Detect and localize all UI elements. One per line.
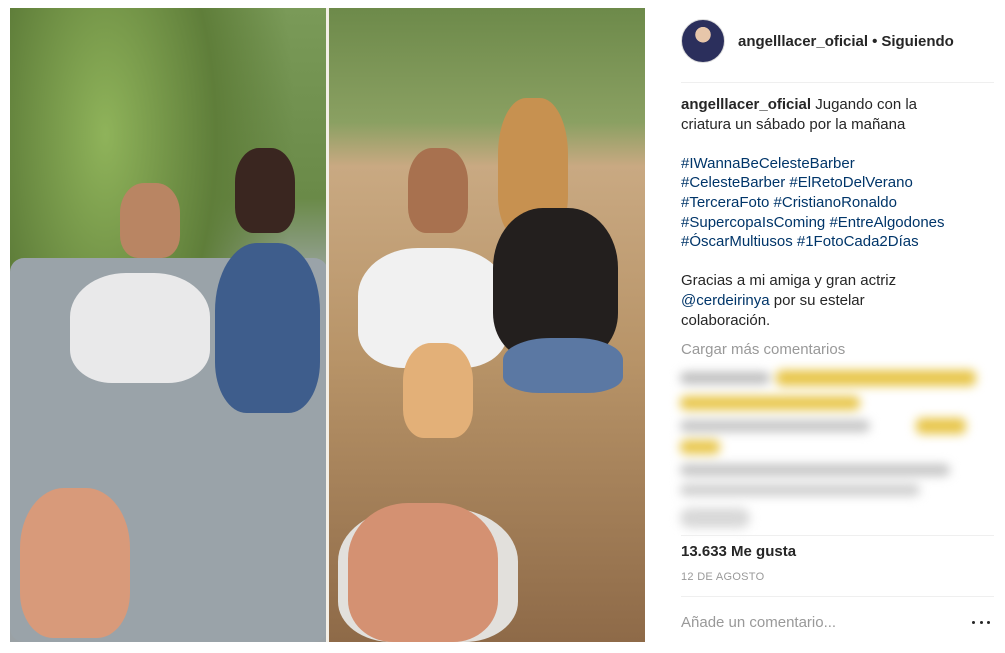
hashtag-link[interactable]: #ElRetoDelVerano xyxy=(789,174,912,191)
hashtag-link[interactable]: #ÓscarMultiusos xyxy=(681,233,793,250)
blurred-comments xyxy=(676,362,986,538)
blurred-emoji-line xyxy=(916,418,966,434)
blurred-line xyxy=(680,484,920,496)
header-divider xyxy=(681,82,994,83)
hashtag-link[interactable]: #CelesteBarber xyxy=(681,174,785,191)
photo-divider xyxy=(326,8,329,642)
caption-username[interactable]: angelllacer_oficial xyxy=(681,96,811,113)
caption-text-line2: criatura un sábado por la mañana xyxy=(681,115,906,133)
caption-thanks-line2: @cerdeirinya por su estelar xyxy=(681,291,981,311)
dot xyxy=(987,620,990,624)
blurred-line xyxy=(680,372,770,384)
blurred-icons xyxy=(680,508,750,528)
caption-thanks-line3: colaboración. xyxy=(681,311,771,329)
figure-head xyxy=(120,183,180,258)
hashtag-link[interactable]: #CristianoRonaldo xyxy=(774,194,897,211)
hashtag-link[interactable]: #EntreAlgodones xyxy=(829,214,944,231)
caption-thanks-rest: por su estelar xyxy=(769,291,865,309)
figure-top xyxy=(493,208,618,358)
hashtag-link[interactable]: #SupercopaIsComing xyxy=(681,214,825,231)
photo-right-panel xyxy=(328,8,645,642)
username-link[interactable]: angelllacer_oficial xyxy=(738,33,868,50)
hashtag-line: #TerceraFoto #CristianoRonaldo xyxy=(681,193,981,213)
hashtag-link[interactable]: #TerceraFoto xyxy=(681,194,769,211)
post-header: angelllacer_oficial • Siguiendo xyxy=(681,18,994,64)
hashtag-link[interactable]: #1FotoCada2Días xyxy=(797,233,919,250)
hashtag-line: #IWannaBeCelesteBarber xyxy=(681,154,981,174)
figure-feet xyxy=(20,488,130,638)
mention-link[interactable]: @cerdeirinya xyxy=(681,292,770,309)
header-separator: • xyxy=(872,32,878,50)
avatar[interactable] xyxy=(681,19,725,63)
dog xyxy=(403,343,473,438)
follow-status-button[interactable]: Siguiendo xyxy=(881,33,954,50)
blurred-emoji-line xyxy=(680,396,860,410)
photo-left-panel xyxy=(10,8,328,642)
post-caption: angelllacer_oficial Jugando con la criat… xyxy=(681,95,981,330)
post-date: 12 DE AGOSTO xyxy=(681,571,765,583)
blurred-line xyxy=(680,464,950,476)
more-options-icon[interactable] xyxy=(972,615,990,629)
caption-thanks-line1: Gracias a mi amiga y gran actriz xyxy=(681,272,897,290)
comment-divider xyxy=(681,596,994,597)
hashtag-link[interactable]: #IWannaBeCelesteBarber xyxy=(681,155,855,172)
figure-shirt xyxy=(70,273,210,383)
caption-text-line1: Jugando con la xyxy=(815,96,917,113)
load-more-comments-link[interactable]: Cargar más comentarios xyxy=(681,341,845,358)
hashtag-line: #SupercopaIsComing #EntreAlgodones xyxy=(681,213,981,233)
likes-count[interactable]: 13.633 Me gusta xyxy=(681,543,796,560)
comment-input[interactable] xyxy=(681,613,941,631)
post-photo[interactable] xyxy=(10,8,645,642)
comment-box xyxy=(681,604,994,640)
hashtag-line: #ÓscarMultiusos #1FotoCada2Días xyxy=(681,232,981,252)
blurred-emoji-line xyxy=(776,370,976,386)
figure-dungarees xyxy=(215,243,320,413)
actions-divider xyxy=(681,535,994,536)
figure-feet xyxy=(348,503,498,642)
blurred-emoji-line xyxy=(680,440,720,454)
dot xyxy=(972,620,975,624)
dot xyxy=(979,620,983,624)
figure-shorts xyxy=(503,338,623,393)
figure-hair xyxy=(235,148,295,233)
header-text: angelllacer_oficial • Siguiendo xyxy=(738,33,954,50)
blurred-line xyxy=(680,420,870,432)
hashtag-line: #CelesteBarber #ElRetoDelVerano xyxy=(681,173,981,193)
figure-head xyxy=(408,148,468,233)
